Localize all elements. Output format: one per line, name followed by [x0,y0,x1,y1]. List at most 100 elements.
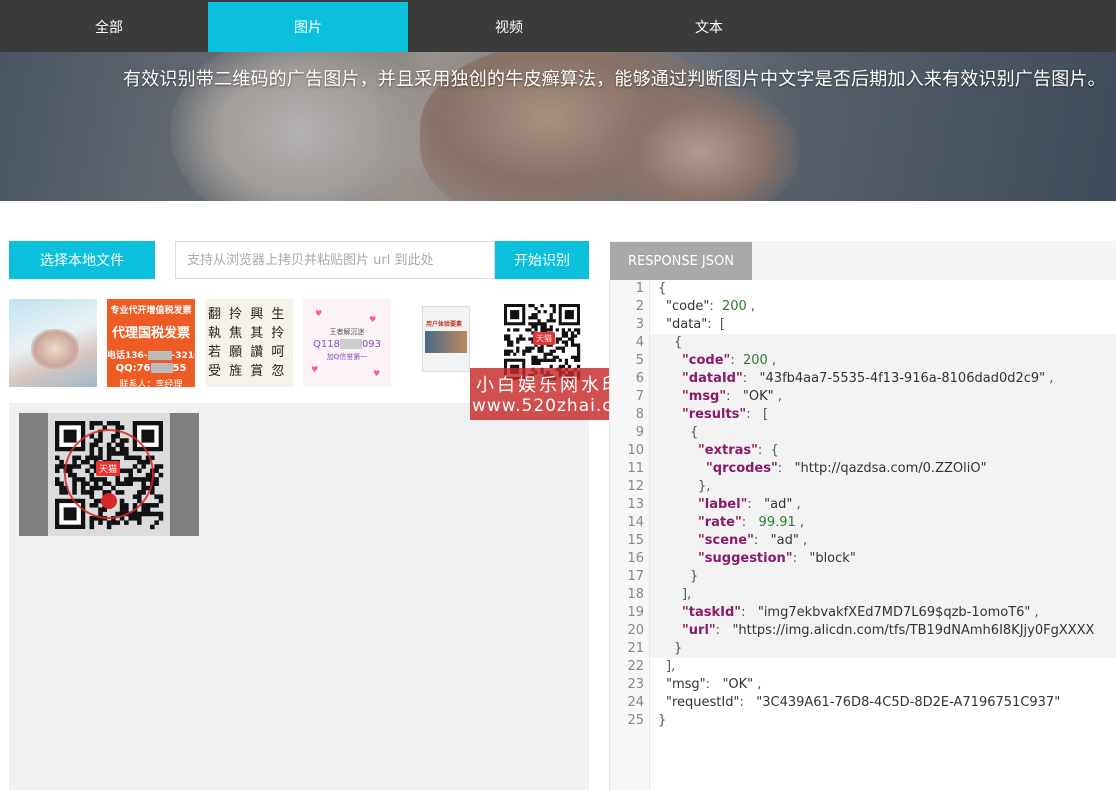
code-text: "suggestion": "block" [698,550,856,568]
qr-module [67,472,73,478]
code-token: "code" [682,353,731,368]
qr-module [540,349,544,353]
qr-module [115,421,120,426]
qr-module [98,520,103,525]
code-token: : [741,515,759,530]
code-token: { [674,335,683,350]
qr-module [549,316,553,320]
code-token: "label" [698,497,748,512]
qr-module [55,455,60,461]
image-url-input[interactable] [175,241,495,279]
qr-module [573,358,578,362]
line-number: 24 [627,695,644,710]
tab-response-json[interactable]: RESPONSE JSON [610,242,752,280]
qr-module [570,340,575,344]
code-line: 4{ [610,334,1116,352]
code-token: "extras" [698,443,758,458]
qr-module [132,511,138,517]
qr-module [93,481,99,486]
select-local-file-button[interactable]: 选择本地文件 [9,241,155,279]
code-line: 14 "rate": 99.91 , [610,514,1116,532]
qr-module [119,446,125,452]
qr-module [158,511,164,517]
redaction-block [150,363,173,373]
hero-banner: 有效识别带二维码的广告图片，并且采用独创的牛皮癣算法，能够通过判断图片中文字是否… [0,52,1116,201]
qr-module [154,477,159,482]
qr-module [141,490,146,495]
tab-all[interactable]: 全部 [9,2,209,52]
qr-module [106,446,112,452]
qr-module [158,516,164,521]
qr-module [576,343,581,347]
qr-module [128,516,133,521]
qr-module [89,520,95,525]
qr-module [89,503,95,508]
start-recognition-button[interactable]: 开始识别 [495,241,589,279]
tab-videos[interactable]: 视频 [409,2,609,52]
tab-images[interactable]: 图片 [208,2,408,52]
qr-module [507,337,511,341]
qr-module [93,485,99,491]
code-token: "img7ekbvakfXEd7MD7L69$qzb-1omoT6" [757,605,1031,620]
sample-thumbnail-wechat-ad[interactable]: ♥ ♥ ♥ ♥ 王者解沉迷 Q118 093 加Q信誉第一 [303,299,391,387]
qr-module [80,490,86,495]
code-token: { [658,281,667,296]
qr-module [154,481,159,486]
code-text: } [690,568,698,586]
qr-module [98,455,103,461]
code-line: 24 "requestId": "3C439A61-76D8-4C5D-8D2E-… [610,694,1116,712]
qr-module [525,349,529,353]
qr-module [570,334,575,338]
qr-module [154,494,159,499]
qr-module [137,459,142,465]
line-number: 8 [635,407,644,422]
sample-thumbnail-tax-ad[interactable]: 专业代开增值税发票 代理国税发票 电话136- -3216 QQ:76 55 联系人… [107,299,195,387]
calligraphy-row: 受 旌 賞 忽 每 [208,364,293,379]
sample-thumbnail-photo[interactable] [9,299,97,387]
qr-module [552,307,556,311]
heart-icon: ♥ [373,369,381,378]
qr-module [552,349,556,353]
qr-module [546,358,550,362]
qr-module [549,304,553,308]
code-token: : [715,623,733,638]
code-text: ], [682,586,691,604]
code-token: : [747,497,765,512]
qr-module [516,346,520,350]
qr-module [573,334,578,338]
code-token: "taskId" [682,605,742,620]
code-token: "code" [666,299,710,314]
qr-module [540,346,544,350]
code-line: 11 "qrcodes": "http://qazdsa.com/0.ZZOliO… [610,460,1116,478]
line-number: 12 [627,479,644,494]
watermark-line1: 小白娱乐网水印 [476,375,623,396]
tab-text[interactable]: 文本 [609,2,809,52]
qr-module [93,438,99,443]
thumbnail-figure [31,329,79,369]
qr-module [119,490,125,495]
qr-module [510,340,514,344]
qr-module [150,511,155,517]
tax-ad-line5: 联系人：李经理 [119,380,183,387]
line-number: 22 [627,659,644,674]
qr-module [137,455,142,461]
qr-module [98,477,103,482]
calligraphy-row: 翻 拎 興 生 呵 [208,307,293,322]
heart-icon: ♥ [369,315,377,324]
qr-module [150,503,155,508]
qr-module [141,485,146,491]
code-token: }, [698,479,711,494]
qr-module [55,468,60,474]
qr-module [570,355,575,359]
qr-module [115,425,120,430]
sample-thumbnail-calligraphy[interactable]: 翻 拎 興 生 呵 執 焦 其 拎 慎 若 願 讚 呵 祸 受 旌 賞 忽 每 [205,299,293,387]
book-cover-image [425,331,467,353]
line-number: 1 [635,281,644,296]
qr-module [531,322,535,326]
code-token: : [705,677,723,692]
qr-module [537,361,541,365]
qr-module [561,349,565,353]
code-line: 9{ [610,424,1116,442]
qr-module [564,361,569,365]
qr-module [141,464,146,469]
